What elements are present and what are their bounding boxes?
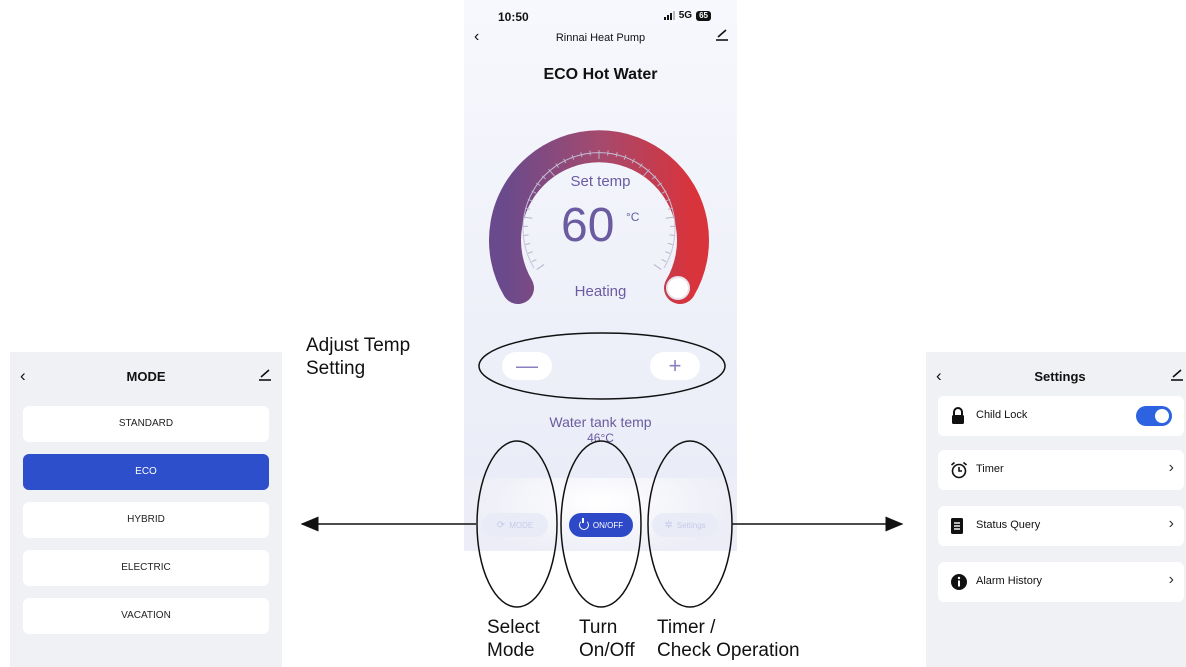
annotation-select-line1: Select [487, 617, 540, 638]
annotation-timer: Timer / Check Operation [657, 616, 800, 662]
callout-adjust-temp [478, 332, 726, 400]
annotation-adjust-temp: Adjust Temp Setting [306, 334, 410, 380]
annotation-select-mode: Select Mode [487, 616, 540, 662]
annotation-turn-onoff: Turn On/Off [579, 616, 635, 662]
annotation-timer-line2: Check Operation [657, 640, 800, 661]
callout-select-mode [476, 440, 558, 608]
annotation-turn-line1: Turn [579, 617, 618, 638]
annotation-overlay [300, 332, 904, 608]
callout-turn-onoff [560, 440, 642, 608]
annotation-select-line2: Mode [487, 640, 535, 661]
annotation-turn-line2: On/Off [579, 640, 635, 661]
annotation-adjust-line2: Setting [306, 358, 366, 379]
annotation-timer-line1: Timer / [657, 617, 716, 638]
annotation-adjust-line1: Adjust Temp [306, 335, 411, 356]
callout-timer [647, 440, 733, 608]
